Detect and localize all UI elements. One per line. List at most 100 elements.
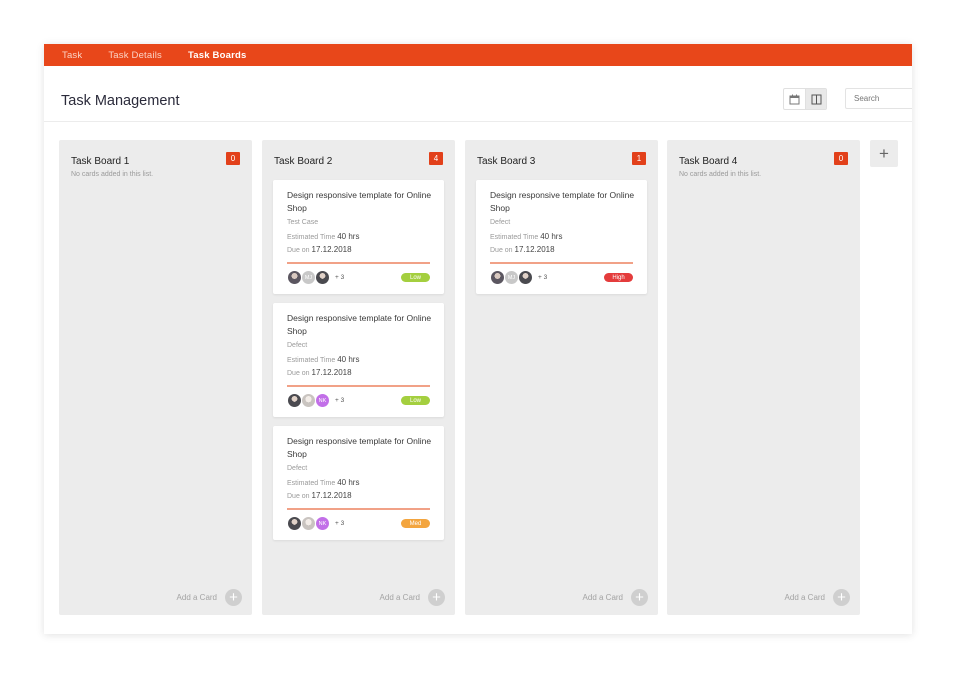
plus-icon: +	[879, 143, 889, 163]
card-type: Test Case	[287, 219, 319, 226]
priority-tag: High	[604, 273, 633, 282]
avatar[interactable]	[518, 270, 533, 285]
add-card-button[interactable]: Add a Card +	[785, 589, 850, 606]
avatar[interactable]	[287, 270, 302, 285]
avatar[interactable]: NK	[315, 393, 330, 408]
board-area: Task Board 1 No cards added in this list…	[44, 122, 912, 634]
card-count-badge: 0	[226, 152, 240, 165]
board-column: Task Board 1 No cards added in this list…	[59, 140, 252, 615]
add-card-button[interactable]: Add a Card +	[177, 589, 242, 606]
plus-circle-icon: +	[833, 589, 850, 606]
card-estimate: Estimated Time 40 hrs	[287, 232, 359, 241]
avatar[interactable]	[301, 516, 316, 531]
avatar[interactable]	[490, 270, 505, 285]
task-card[interactable]: Design responsive template for Online Sh…	[273, 426, 444, 540]
card-title: Design responsive template for Online Sh…	[287, 313, 432, 336]
task-card[interactable]: Design responsive template for Online Sh…	[273, 180, 444, 294]
plus-circle-icon: +	[225, 589, 242, 606]
top-nav: Task Task Details Task Boards	[44, 44, 912, 66]
card-estimate: Estimated Time 40 hrs	[287, 478, 359, 487]
board-column: Task Board 4 No cards added in this list…	[667, 140, 860, 615]
calendar-icon	[789, 94, 800, 104]
plus-circle-icon: +	[428, 589, 445, 606]
avatar[interactable]	[287, 516, 302, 531]
more-assignees[interactable]: + 3	[335, 274, 344, 281]
page-header: Task Management	[44, 66, 912, 122]
more-assignees[interactable]: + 3	[538, 274, 547, 281]
card-due: Due on 17.12.2018	[287, 368, 352, 377]
due-value: 17.12.2018	[311, 245, 352, 254]
search-input[interactable]	[845, 88, 912, 109]
avatar[interactable]: MJ	[504, 270, 519, 285]
add-card-label: Add a Card	[784, 593, 825, 602]
page-title: Task Management	[61, 93, 180, 109]
card-type: Defect	[490, 219, 511, 226]
card-count-badge: 0	[834, 152, 848, 165]
due-label: Due on	[490, 247, 513, 254]
board-column: Task Board 2 4 Design responsive templat…	[262, 140, 455, 615]
column-title: Task Board 4	[679, 156, 738, 167]
column-title: Task Board 3	[477, 156, 536, 167]
due-label: Due on	[287, 493, 310, 500]
card-type: Defect	[287, 342, 308, 349]
nav-task[interactable]: Task	[62, 50, 82, 61]
nav-task-details[interactable]: Task Details	[108, 50, 162, 61]
view-toggle	[783, 88, 827, 110]
card-type: Defect	[287, 465, 308, 472]
column-title: Task Board 2	[274, 156, 333, 167]
columns-icon	[811, 94, 821, 104]
card-divider	[287, 385, 430, 387]
board-column: Task Board 3 1 Design responsive templat…	[465, 140, 658, 615]
card-divider	[287, 262, 430, 264]
priority-tag: Low	[401, 396, 430, 405]
avatar[interactable]: NK	[315, 516, 330, 531]
add-card-label: Add a Card	[176, 593, 217, 602]
assignee-avatars: NK + 3	[287, 393, 344, 408]
column-title: Task Board 1	[71, 156, 130, 167]
avatar[interactable]	[301, 393, 316, 408]
nav-task-boards[interactable]: Task Boards	[188, 50, 247, 61]
estimate-value: 40 hrs	[337, 232, 360, 241]
estimate-label: Estimated Time	[287, 234, 336, 241]
column-empty-text: No cards added in this list.	[679, 171, 762, 178]
assignee-avatars: NK + 3	[287, 516, 344, 531]
priority-tag: Med	[401, 519, 430, 528]
plus-circle-icon: +	[631, 589, 648, 606]
board-view-button[interactable]	[805, 89, 826, 109]
more-assignees[interactable]: + 3	[335, 520, 344, 527]
card-due: Due on 17.12.2018	[490, 245, 555, 254]
add-card-button[interactable]: Add a Card +	[380, 589, 445, 606]
calendar-view-button[interactable]	[784, 89, 805, 109]
estimate-value: 40 hrs	[337, 355, 360, 364]
estimate-label: Estimated Time	[287, 480, 336, 487]
column-empty-text: No cards added in this list.	[71, 171, 154, 178]
task-card[interactable]: Design responsive template for Online Sh…	[476, 180, 647, 294]
add-list-button[interactable]: +	[870, 140, 898, 167]
estimate-label: Estimated Time	[287, 357, 336, 364]
add-card-button[interactable]: Add a Card +	[583, 589, 648, 606]
card-divider	[287, 508, 430, 510]
assignee-avatars: MJ + 3	[490, 270, 547, 285]
card-title: Design responsive template for Online Sh…	[287, 190, 432, 213]
card-estimate: Estimated Time 40 hrs	[490, 232, 562, 241]
card-count-badge: 4	[429, 152, 443, 165]
task-card[interactable]: Design responsive template for Online Sh…	[273, 303, 444, 417]
due-value: 17.12.2018	[311, 491, 352, 500]
due-label: Due on	[287, 247, 310, 254]
assignee-avatars: MJ + 3	[287, 270, 344, 285]
avatar[interactable]	[315, 270, 330, 285]
card-due: Due on 17.12.2018	[287, 245, 352, 254]
avatar[interactable]: MJ	[301, 270, 316, 285]
more-assignees[interactable]: + 3	[335, 397, 344, 404]
task-board-window: Task Task Details Task Boards Task Manag…	[44, 44, 912, 634]
avatar[interactable]	[287, 393, 302, 408]
priority-tag: Low	[401, 273, 430, 282]
card-title: Design responsive template for Online Sh…	[490, 190, 635, 213]
add-card-label: Add a Card	[582, 593, 623, 602]
add-card-label: Add a Card	[379, 593, 420, 602]
due-value: 17.12.2018	[311, 368, 352, 377]
due-label: Due on	[287, 370, 310, 377]
estimate-label: Estimated Time	[490, 234, 539, 241]
estimate-value: 40 hrs	[337, 478, 360, 487]
card-title: Design responsive template for Online Sh…	[287, 436, 432, 459]
